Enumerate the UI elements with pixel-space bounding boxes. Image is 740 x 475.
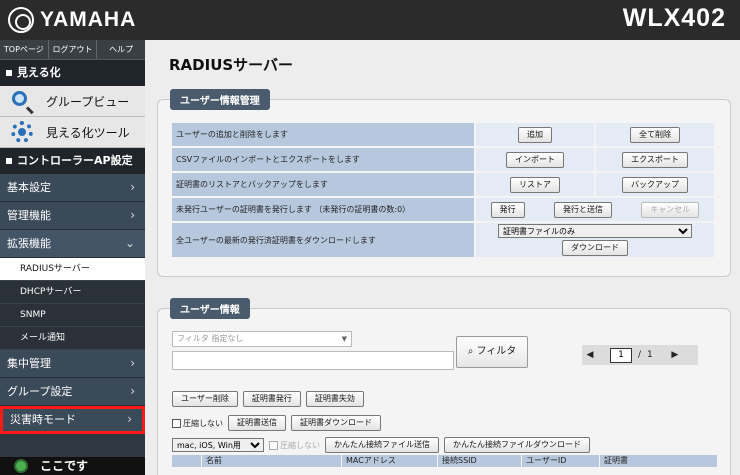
user-management-table: ユーザーの追加と削除をします 追加 全て削除 CSVファイルのインポートとエクス…	[170, 121, 716, 259]
chevron-down-icon: ⌄	[124, 236, 135, 250]
delete-user-button[interactable]: ユーザー削除	[172, 391, 238, 407]
issue-and-send-button[interactable]: 発行と送信	[553, 201, 612, 218]
search-icon: ⌕	[467, 346, 474, 357]
sidebar-item-extended[interactable]: 拡張機能 ⌄	[0, 230, 145, 258]
filter-combo[interactable]: フィルタ 指定なし ▼	[172, 331, 352, 347]
tuning-fork-logo-icon	[8, 7, 34, 33]
issue-certificate-button[interactable]: 証明書発行	[242, 391, 301, 407]
easy-connect-send-button[interactable]: かんたん接続ファイル送信	[325, 437, 439, 453]
chevron-down-icon: ▼	[341, 335, 347, 343]
user-table-header: 名前 MACアドレス 接続SSID ユーザーID 証明書	[172, 455, 718, 467]
table-row: 全ユーザーの最新の発行済証明書をダウンロードします 証明書ファイルのみ ダウンロ…	[170, 221, 716, 259]
filter-button[interactable]: ⌕ フィルタ	[456, 336, 528, 368]
chevron-right-icon: ›	[127, 412, 132, 426]
page-total: 1	[647, 350, 653, 360]
section-visualization: 見える化	[0, 60, 145, 86]
checkbox-icon	[269, 440, 278, 450]
page-title: RADIUSサーバー	[169, 56, 294, 74]
sidebar-item-basic[interactable]: 基本設定 ›	[0, 174, 145, 202]
panel-tag: ユーザー情報管理	[170, 89, 270, 110]
column-header: 接続SSID	[438, 455, 522, 467]
panel-tag: ユーザー情報	[170, 298, 250, 319]
sidebar-item-radius[interactable]: RADIUSサーバー	[0, 258, 145, 281]
checkbox-icon	[172, 418, 181, 428]
import-button[interactable]: インポート	[506, 151, 564, 168]
sidebar-item-mail[interactable]: メール通知	[0, 327, 145, 350]
no-compress-checkbox[interactable]: 圧縮しない	[172, 418, 223, 429]
send-certificate-button[interactable]: 証明書送信	[228, 415, 286, 431]
pagination: ◀ / 1 ▶	[582, 345, 698, 365]
magnifier-icon	[10, 90, 36, 112]
table-row: ユーザーの追加と削除をします 追加 全て削除	[170, 121, 716, 148]
certificate-action-row: 圧縮しない 証明書送信 証明書ダウンロード	[172, 415, 381, 431]
download-button[interactable]: ダウンロード	[562, 240, 628, 256]
sidebar-item-manage[interactable]: 管理機能 ›	[0, 202, 145, 230]
easy-connect-row: mac, iOS, Win用 圧縮しない かんたん接続ファイル送信 かんたん接続…	[172, 437, 590, 453]
cancel-button[interactable]: キャンセル	[641, 201, 700, 218]
chevron-right-icon: ›	[130, 208, 135, 222]
table-row: 未発行ユーザーの証明書を発行します （未発行の証明書の数:0） 発行 発行と送信…	[170, 196, 716, 223]
user-action-row: ユーザー削除 証明書発行 証明書失効	[172, 391, 364, 407]
sidebar-item-snmp[interactable]: SNMP	[0, 304, 145, 327]
table-row: 証明書のリストアとバックアップをします リストア バックアップ	[170, 171, 716, 198]
user-management-panel: ユーザー情報管理 ユーザーの追加と削除をします 追加 全て削除 CSVファイルの…	[157, 89, 731, 277]
user-info-panel: ユーザー情報 フィルタ 指定なし▼ ⌕ フィルタ ◀ / 1 ▶ ユーザー削除 …	[157, 298, 731, 475]
device-model: WLX402	[622, 4, 726, 32]
add-button[interactable]: 追加	[518, 126, 552, 143]
gear-icon	[10, 121, 36, 143]
visualization-tool-item[interactable]: 見える化ツール	[0, 117, 145, 148]
top-nav: TOPページ ログアウト ヘルプ	[0, 40, 145, 60]
chevron-right-icon: ›	[130, 356, 135, 370]
export-button[interactable]: エクスポート	[622, 151, 688, 168]
delete-all-button[interactable]: 全て削除	[630, 126, 680, 143]
current-location-indicator: ここです	[0, 457, 145, 475]
help-link[interactable]: ヘルプ	[97, 40, 145, 59]
sidebar: TOPページ ログアウト ヘルプ 見える化 グループビュー 見える化ツール コン…	[0, 40, 145, 475]
table-row: CSVファイルのインポートとエクスポートをします インポート エクスポート	[170, 146, 716, 173]
brand-name: YAMAHA	[40, 8, 137, 31]
square-bullet-icon	[6, 158, 12, 164]
page-number-input[interactable]	[610, 347, 632, 363]
sidebar-item-group[interactable]: グループ設定 ›	[0, 378, 145, 406]
main-content: RADIUSサーバー ユーザー情報管理 ユーザーの追加と削除をします 追加 全て…	[145, 40, 740, 475]
easy-connect-download-button[interactable]: かんたん接続ファイルダウンロード	[444, 437, 590, 453]
status-dot-icon	[16, 461, 26, 471]
square-bullet-icon	[6, 70, 12, 76]
next-page-icon[interactable]: ▶	[667, 350, 683, 360]
prev-page-icon[interactable]: ◀	[582, 350, 598, 360]
column-header: 名前	[202, 455, 342, 467]
app-header: YAMAHA WLX402	[0, 0, 740, 40]
column-header	[172, 455, 202, 467]
sidebar-item-disaster[interactable]: 災害時モード ›	[0, 406, 145, 434]
section-controller-ap: コントローラーAP設定	[0, 148, 145, 174]
column-header: 証明書	[600, 455, 718, 467]
certificate-file-select[interactable]: 証明書ファイルのみ	[498, 224, 692, 238]
download-certificate-button[interactable]: 証明書ダウンロード	[291, 415, 381, 431]
restore-button[interactable]: リストア	[510, 176, 560, 193]
issue-button[interactable]: 発行	[490, 201, 525, 218]
revoke-certificate-button[interactable]: 証明書失効	[305, 391, 364, 407]
sidebar-item-central[interactable]: 集中管理 ›	[0, 350, 145, 378]
chevron-right-icon: ›	[130, 180, 135, 194]
os-select[interactable]: mac, iOS, Win用	[172, 438, 264, 452]
sidebar-item-dhcp[interactable]: DHCPサーバー	[0, 281, 145, 304]
logout-link[interactable]: ログアウト	[49, 40, 98, 59]
yamaha-logo: YAMAHA	[8, 7, 136, 33]
chevron-right-icon: ›	[130, 384, 135, 398]
filter-input[interactable]	[172, 351, 454, 370]
column-header: MACアドレス	[342, 455, 438, 467]
no-compress-checkbox-2[interactable]: 圧縮しない	[269, 440, 320, 451]
backup-button[interactable]: バックアップ	[622, 176, 688, 193]
top-page-link[interactable]: TOPページ	[0, 40, 49, 59]
column-header: ユーザーID	[522, 455, 600, 467]
group-view-item[interactable]: グループビュー	[0, 86, 145, 117]
